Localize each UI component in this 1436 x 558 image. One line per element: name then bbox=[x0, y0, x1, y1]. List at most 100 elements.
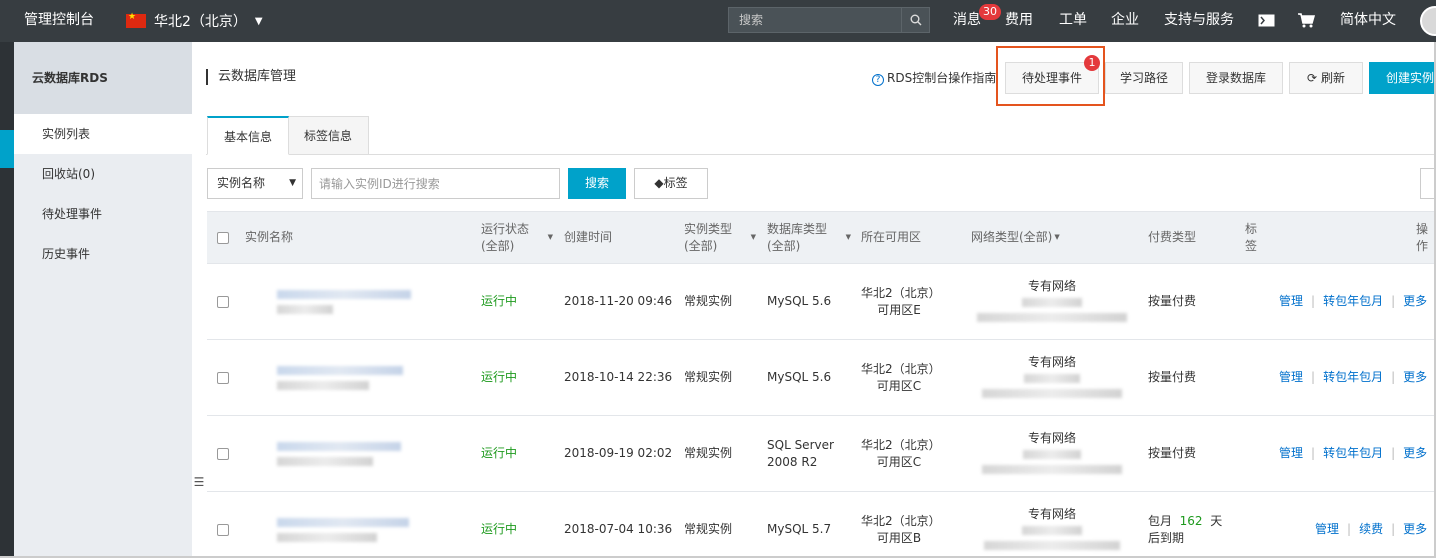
sidebar: 云数据库RDS 实例列表 回收站(0) 待处理事件 历史事件 ☰ bbox=[14, 42, 206, 558]
search-button[interactable]: 搜索 bbox=[568, 168, 626, 199]
tab-tag-info[interactable]: 标签信息 bbox=[287, 116, 370, 155]
header-instance-type[interactable]: 实例类型(全部) ▼ bbox=[684, 212, 756, 263]
console-home-link[interactable]: 管理控制台 bbox=[24, 0, 94, 42]
zone-region: 华北2（北京） bbox=[861, 361, 941, 376]
china-flag-icon bbox=[126, 12, 146, 28]
header-status[interactable]: 运行状态(全部) ▼ bbox=[481, 212, 553, 263]
row-checkbox[interactable] bbox=[217, 416, 229, 491]
instance-name-redacted[interactable] bbox=[277, 264, 417, 339]
instance-name-redacted[interactable] bbox=[277, 492, 417, 558]
created-time: 2018-11-20 09:46 bbox=[564, 294, 673, 308]
sidebar-item-pending-events[interactable]: 待处理事件 bbox=[14, 194, 192, 234]
network-info: 专有网络 bbox=[977, 416, 1127, 491]
convert-subscription-link[interactable]: 转包年包月 bbox=[1323, 445, 1383, 462]
zone-region: 华北2（北京） bbox=[861, 437, 941, 452]
table-row: 运行中 2018-10-14 22:36 常规实例 MySQL 5.6 华北2（… bbox=[207, 339, 1436, 415]
db-type: MySQL 5.6 bbox=[767, 370, 832, 384]
days-remaining: 162 bbox=[1179, 513, 1203, 528]
tab-basic-info[interactable]: 基本信息 bbox=[207, 116, 290, 155]
table-row: 运行中 2018-07-04 10:36 常规实例 MySQL 5.7 华北2（… bbox=[207, 491, 1436, 558]
billing-type-label: 包月 bbox=[1148, 513, 1173, 528]
instance-type: 常规实例 bbox=[684, 446, 733, 460]
help-label: RDS控制台操作指南 bbox=[887, 71, 997, 85]
sidebar-item-instance-list[interactable]: 实例列表 bbox=[14, 114, 192, 154]
global-search-input[interactable] bbox=[729, 8, 901, 32]
search-icon[interactable] bbox=[901, 8, 929, 32]
row-checkbox[interactable] bbox=[217, 264, 229, 339]
network-type: 专有网络 bbox=[1027, 355, 1076, 369]
header-status-label: 运行状态(全部) bbox=[481, 221, 530, 253]
zone-name: 可用区C bbox=[876, 378, 922, 393]
zone: 华北2（北京） 可用区C bbox=[861, 340, 941, 415]
created-time: 2018-10-14 22:36 bbox=[564, 370, 673, 384]
region-selector[interactable]: 华北2（北京） ▼ bbox=[126, 0, 263, 42]
more-link[interactable]: 更多 bbox=[1403, 445, 1427, 462]
caret-down-icon: ▼ bbox=[750, 233, 756, 241]
header-db-type[interactable]: 数据库类型(全部) ▼ bbox=[767, 212, 851, 263]
more-link[interactable]: 更多 bbox=[1403, 369, 1427, 386]
manage-link[interactable]: 管理 bbox=[1279, 369, 1303, 386]
zone-name: 可用区B bbox=[876, 530, 922, 545]
manage-link[interactable]: 管理 bbox=[1315, 521, 1339, 538]
instance-name-redacted[interactable] bbox=[277, 340, 417, 415]
avatar[interactable] bbox=[1420, 6, 1436, 36]
header-billing: 付费类型 bbox=[1148, 230, 1197, 244]
nav-enterprise[interactable]: 企业 bbox=[1111, 0, 1139, 42]
tag-filter-button[interactable]: ◆标签 bbox=[634, 168, 708, 199]
status-running: 运行中 bbox=[481, 370, 518, 384]
tabs-divider bbox=[206, 154, 1436, 155]
nav-support[interactable]: 支持与服务 bbox=[1164, 0, 1234, 42]
convert-subscription-link[interactable]: 转包年包月 bbox=[1323, 369, 1383, 386]
status-running: 运行中 bbox=[481, 294, 518, 308]
status-running: 运行中 bbox=[481, 522, 518, 536]
nav-tickets[interactable]: 工单 bbox=[1059, 0, 1087, 42]
row-actions: 管理 | 续费 | 更多 bbox=[1315, 521, 1428, 538]
cart-icon[interactable] bbox=[1298, 0, 1316, 42]
row-checkbox[interactable] bbox=[217, 492, 229, 558]
instance-name-redacted[interactable] bbox=[277, 416, 417, 491]
db-type: MySQL 5.6 bbox=[767, 294, 832, 308]
search-field-select[interactable]: 实例名称 ▼ bbox=[207, 168, 303, 199]
instance-type: 常规实例 bbox=[684, 522, 733, 536]
terminal-icon[interactable] bbox=[1258, 0, 1275, 42]
help-link[interactable]: ? RDS控制台操作指南 bbox=[872, 69, 996, 86]
header-network[interactable]: 网络类型(全部) ▼ bbox=[971, 212, 1060, 263]
learning-path-button[interactable]: 学习路径 bbox=[1105, 62, 1183, 94]
sidebar-item-recycle-bin[interactable]: 回收站(0) bbox=[14, 154, 192, 194]
tag-icon: ◆ bbox=[654, 176, 664, 190]
tag-filter-label: 标签 bbox=[663, 176, 688, 190]
zone-name: 可用区E bbox=[877, 302, 921, 317]
sidebar-item-history-events[interactable]: 历史事件 bbox=[14, 234, 192, 274]
sidebar-collapse-icon[interactable]: ☰ bbox=[192, 460, 206, 504]
instance-search-input[interactable] bbox=[311, 168, 560, 199]
billing-type: 按量付费 bbox=[1148, 294, 1197, 308]
table-header: 实例名称 运行状态(全部) ▼ 创建时间 实例类型(全部) ▼ 数据库类型(全部) ▼… bbox=[207, 211, 1436, 263]
login-database-button[interactable]: 登录数据库 bbox=[1189, 62, 1283, 94]
zone: 华北2（北京） 可用区E bbox=[861, 264, 941, 339]
nav-messages[interactable]: 消息 bbox=[953, 0, 981, 42]
more-link[interactable]: 更多 bbox=[1403, 521, 1427, 538]
header-name: 实例名称 bbox=[245, 230, 294, 244]
more-link[interactable]: 更多 bbox=[1403, 293, 1427, 310]
nav-billing[interactable]: 费用 bbox=[1005, 0, 1033, 42]
billing-expiry: 包月 162 天 bbox=[1148, 513, 1222, 530]
select-all-checkbox[interactable] bbox=[217, 212, 229, 263]
billing-type: 包月 162 天 后到期 bbox=[1148, 492, 1228, 558]
manage-link[interactable]: 管理 bbox=[1279, 293, 1303, 310]
caret-down-icon: ▼ bbox=[254, 15, 263, 27]
question-icon: ? bbox=[872, 74, 884, 86]
convert-subscription-link[interactable]: 转包年包月 bbox=[1323, 293, 1383, 310]
db-type-name: SQL Server bbox=[767, 437, 834, 452]
create-instance-button[interactable]: 创建实例 bbox=[1369, 62, 1436, 94]
row-checkbox[interactable] bbox=[217, 340, 229, 415]
refresh-button[interactable]: ⟳ 刷新 bbox=[1289, 62, 1363, 94]
header-network-label: 网络类型(全部) bbox=[971, 230, 1053, 244]
language-selector[interactable]: 简体中文 bbox=[1340, 0, 1396, 42]
expiry-label: 后到期 bbox=[1148, 530, 1185, 545]
billing-type: 按量付费 bbox=[1148, 446, 1197, 460]
messages-badge: 30 bbox=[979, 4, 1001, 20]
status-running: 运行中 bbox=[481, 446, 518, 460]
renew-link[interactable]: 续费 bbox=[1359, 521, 1383, 538]
manage-link[interactable]: 管理 bbox=[1279, 445, 1303, 462]
instance-type: 常规实例 bbox=[684, 294, 733, 308]
